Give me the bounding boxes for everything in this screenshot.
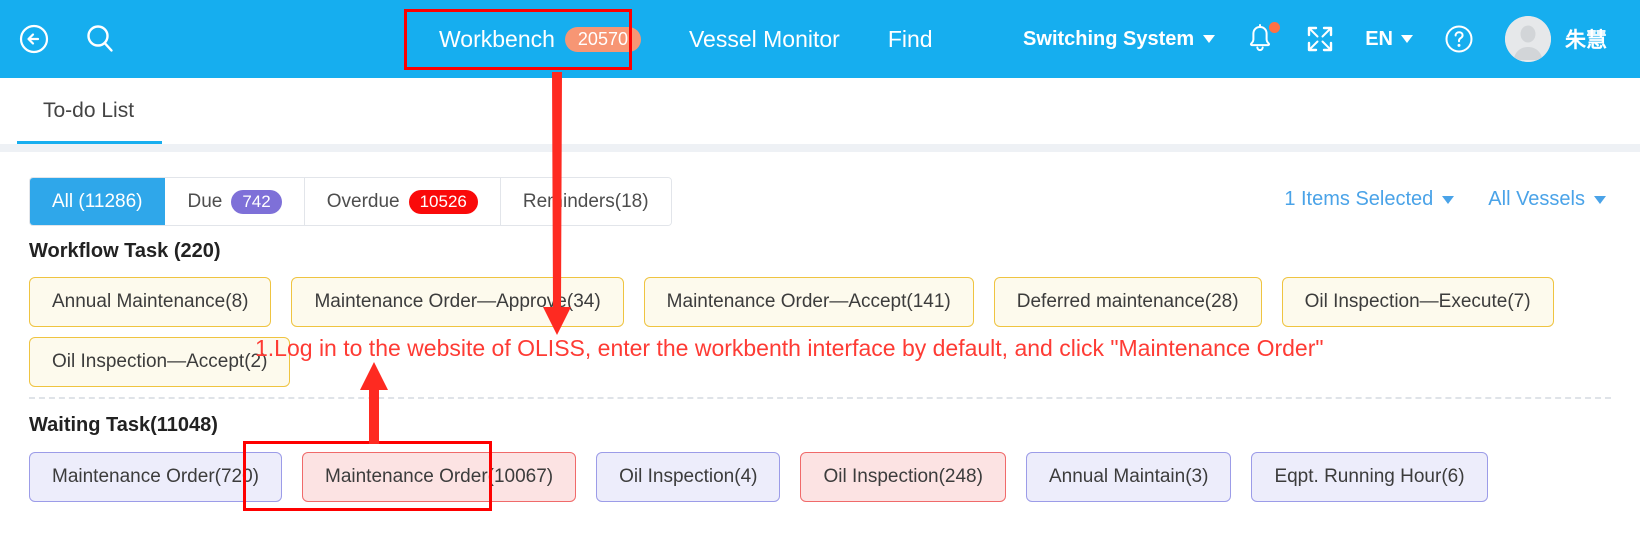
language-label: EN <box>1365 27 1393 50</box>
waiting-task-chips-row1: Maintenance Order(720) Maintenance Order… <box>29 452 1488 502</box>
workflow-task-title: Workflow Task (220) <box>29 240 221 262</box>
back-arrow-icon[interactable] <box>14 19 54 59</box>
notification-dot-icon <box>1269 22 1281 33</box>
chip-label: Annual Maintenance(8) <box>52 291 249 312</box>
nav-item-vessel-monitor[interactable]: Vessel Monitor <box>665 11 864 67</box>
chip-eqpt-running-hour-6[interactable]: Eqpt. Running Hour(6) <box>1251 452 1488 502</box>
filter-reminders-label: Reminders(18) <box>522 190 649 212</box>
question-mark-icon[interactable] <box>1428 0 1490 78</box>
chip-maintenance-order-approve[interactable]: Maintenance Order—Approve(34) <box>291 277 624 327</box>
chip-label: Oil Inspection(4) <box>619 466 758 487</box>
main-nav: Workbench 20570 Vessel Monitor Find <box>415 0 957 78</box>
chip-annual-maintenance[interactable]: Annual Maintenance(8) <box>29 277 272 327</box>
items-selected-dropdown[interactable]: 1 Items Selected <box>1284 188 1455 211</box>
filter-tabs: All (11286) Due 742 Overdue 10526 Remind… <box>29 177 672 226</box>
section-divider <box>29 397 1611 399</box>
toolbar-right: 1 Items Selected All Vessels <box>1284 188 1606 211</box>
app-root: Workbench 20570 Vessel Monitor Find Swit… <box>0 0 1640 550</box>
filter-overdue[interactable]: Overdue 10526 <box>304 178 501 225</box>
workflow-task-chips-row2: Oil Inspection—Accept(2) <box>29 337 291 387</box>
chip-oil-inspection-accept[interactable]: Oil Inspection—Accept(2) <box>29 337 291 387</box>
chevron-down-icon <box>1401 35 1413 43</box>
chevron-down-icon <box>1594 195 1606 204</box>
workflow-task-chips-row1: Annual Maintenance(8) Maintenance Order—… <box>29 277 1554 327</box>
bell-icon[interactable] <box>1230 0 1290 78</box>
chip-deferred-maintenance[interactable]: Deferred maintenance(28) <box>993 277 1262 327</box>
tab-active-underline <box>17 141 162 144</box>
nav-label-workbench: Workbench <box>439 25 555 52</box>
tab-strip: To-do List <box>0 78 1640 144</box>
top-header: Workbench 20570 Vessel Monitor Find Swit… <box>0 0 1640 78</box>
filter-overdue-label: Overdue <box>326 190 400 212</box>
header-right-controls: Switching System EN 朱慧 <box>1008 0 1622 78</box>
annotation-step-text: 1.Log in to the website of OLISS, enter … <box>255 335 1324 361</box>
vessel-filter-label: All Vessels <box>1488 188 1585 210</box>
chip-label: Deferred maintenance(28) <box>1016 291 1239 312</box>
filter-due-label: Due <box>187 190 223 212</box>
switching-system-label: Switching System <box>1023 27 1195 50</box>
chip-oil-inspection-4[interactable]: Oil Inspection(4) <box>596 452 781 502</box>
nav-label-vessel-monitor: Vessel Monitor <box>688 25 840 52</box>
user-profile[interactable]: 朱慧 <box>1490 0 1622 78</box>
nav-item-find[interactable]: Find <box>864 11 957 67</box>
chip-label: Oil Inspection—Accept(2) <box>52 351 268 372</box>
chevron-down-icon <box>1442 195 1455 204</box>
nav-item-workbench[interactable]: Workbench 20570 <box>415 11 665 67</box>
switching-system-dropdown[interactable]: Switching System <box>1008 0 1230 78</box>
tab-todo-list[interactable]: To-do List <box>17 78 160 144</box>
chip-maintenance-order-accept[interactable]: Maintenance Order—Accept(141) <box>643 277 974 327</box>
search-icon[interactable] <box>80 19 120 59</box>
nav-label-find: Find <box>887 25 933 52</box>
username-label: 朱慧 <box>1565 29 1607 52</box>
chip-label: Maintenance Order—Approve(34) <box>314 291 601 312</box>
vessel-filter-dropdown[interactable]: All Vessels <box>1488 188 1606 211</box>
filter-due[interactable]: Due 742 <box>165 178 305 225</box>
filter-due-count: 742 <box>231 189 282 214</box>
chip-label: Annual Maintain(3) <box>1048 466 1209 487</box>
chip-label: Maintenance Order(720) <box>52 466 259 487</box>
chip-label: Maintenance Order(10067) <box>325 466 554 487</box>
chip-oil-inspection-248[interactable]: Oil Inspection(248) <box>800 452 1006 502</box>
chip-label: Oil Inspection—Execute(7) <box>1304 291 1531 312</box>
chip-maintenance-order-10067[interactable]: Maintenance Order(10067) <box>302 452 577 502</box>
filter-all[interactable]: All (11286) <box>30 178 166 225</box>
fullscreen-icon[interactable] <box>1290 0 1350 78</box>
header-left-icons <box>0 19 120 59</box>
filter-overdue-count: 10526 <box>408 189 478 214</box>
filter-reminders[interactable]: Reminders(18) <box>500 178 671 225</box>
avatar <box>1505 16 1551 62</box>
chip-annual-maintain-3[interactable]: Annual Maintain(3) <box>1025 452 1232 502</box>
chip-label: Oil Inspection(248) <box>823 466 983 487</box>
language-selector[interactable]: EN <box>1350 0 1428 78</box>
items-selected-label: 1 Items Selected <box>1284 188 1434 210</box>
chip-label: Maintenance Order—Accept(141) <box>666 291 951 312</box>
chip-label: Eqpt. Running Hour(6) <box>1274 466 1465 487</box>
filter-all-label: All (11286) <box>52 190 143 212</box>
chip-maintenance-order-720[interactable]: Maintenance Order(720) <box>29 452 282 502</box>
chip-oil-inspection-execute[interactable]: Oil Inspection—Execute(7) <box>1281 277 1554 327</box>
chevron-down-icon <box>1203 35 1216 43</box>
waiting-task-title: Waiting Task(11048) <box>29 414 218 436</box>
tab-todo-list-label: To-do List <box>43 99 135 122</box>
workbench-count-badge: 20570 <box>564 26 641 52</box>
